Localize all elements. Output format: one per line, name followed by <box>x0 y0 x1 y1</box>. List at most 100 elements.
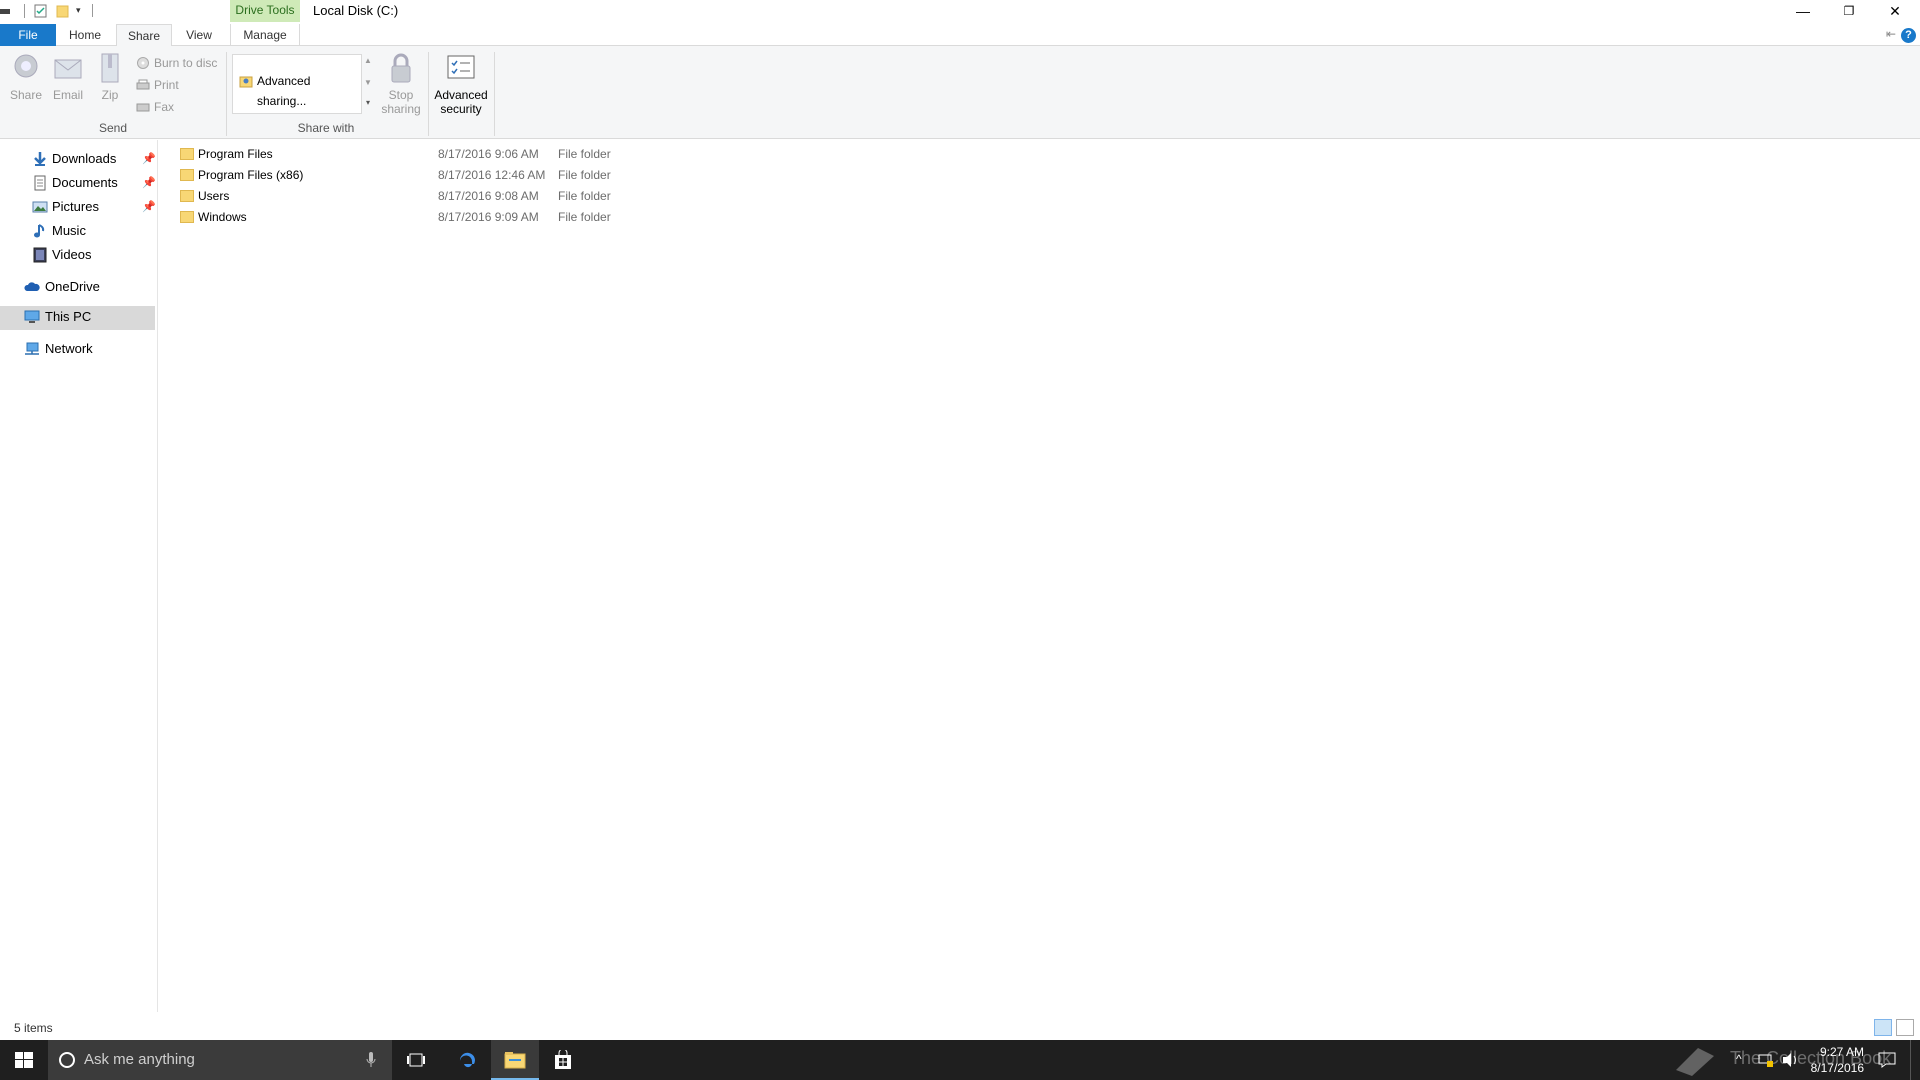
list-item[interactable]: Program Files 8/17/2016 9:06 AM File fol… <box>176 144 776 165</box>
list-item[interactable]: Program Files (x86) 8/17/2016 12:46 AM F… <box>176 165 776 186</box>
pin-icon[interactable]: 📌 <box>142 148 156 170</box>
microphone-icon[interactable] <box>366 1052 376 1068</box>
folder-icon <box>180 148 194 160</box>
file-explorer-button[interactable] <box>491 1040 539 1080</box>
zip-icon <box>101 53 119 83</box>
nav-label: Network <box>45 341 93 356</box>
show-desktop-button[interactable] <box>1910 1040 1911 1080</box>
nav-item-documents[interactable]: Documents 📌 <box>0 172 156 196</box>
ribbon: Share Email Zip Burn to disc Print Fax S… <box>0 46 1920 139</box>
advanced-security-label-1: Advanced <box>434 88 488 102</box>
email-button[interactable]: Email <box>46 52 90 116</box>
stop-sharing-label-1: Stop <box>388 88 414 102</box>
tab-manage[interactable]: Manage <box>230 24 300 46</box>
nav-item-this-pc[interactable]: This PC <box>0 306 155 330</box>
nav-item-onedrive[interactable]: OneDrive <box>0 276 155 300</box>
tab-home[interactable]: Home <box>62 24 108 46</box>
store-button[interactable] <box>539 1040 587 1080</box>
fax-button[interactable]: Fax <box>134 98 174 116</box>
store-bag-icon <box>555 1050 571 1069</box>
customize-quick-access-icon[interactable]: ▾ <box>76 5 81 16</box>
tab-view[interactable]: View <box>176 24 222 46</box>
divider <box>24 4 25 18</box>
clock[interactable]: 9:27 AM 8/17/2016 <box>1811 1044 1864 1076</box>
security-checklist-icon <box>447 55 475 79</box>
checklist-icon[interactable] <box>34 4 48 18</box>
list-item[interactable]: Windows 8/17/2016 9:09 AM File folder <box>176 207 776 228</box>
details-view-icon[interactable] <box>1874 1019 1892 1036</box>
contextual-tab-drive-tools: Drive Tools <box>230 0 300 22</box>
nav-label: Pictures <box>52 199 99 214</box>
nav-item-pictures[interactable]: Pictures 📌 <box>0 196 156 220</box>
folder-icon <box>180 190 194 202</box>
divider <box>92 4 93 17</box>
close-button[interactable]: ✕ <box>1872 0 1918 22</box>
tab-file[interactable]: File <box>0 24 56 46</box>
advanced-security-button[interactable]: Advanced security <box>432 52 490 116</box>
nav-label: OneDrive <box>45 279 100 294</box>
advanced-sharing-button[interactable]: Advanced sharing... <box>237 71 361 108</box>
pin-icon[interactable]: 📌 <box>142 172 156 194</box>
clock-date: 8/17/2016 <box>1810 1061 1864 1075</box>
nav-label: Documents <box>52 175 118 190</box>
ribbon-tab-bar: File Home Share View Manage ⇤ ? <box>0 24 1920 47</box>
edge-button[interactable] <box>443 1040 491 1080</box>
nav-item-network[interactable]: Network <box>0 338 155 362</box>
folder-icon <box>180 169 194 181</box>
item-count: 5 items <box>14 1021 53 1035</box>
zip-label: Zip <box>101 88 119 102</box>
large-icons-view-icon[interactable] <box>1896 1019 1914 1036</box>
tab-share[interactable]: Share <box>116 24 172 47</box>
zip-button[interactable]: Zip <box>88 52 132 116</box>
title-bar: ▾ Drive Tools Local Disk (C:) — ❐ ✕ <box>0 0 1920 24</box>
stop-sharing-button[interactable]: Stop sharing <box>378 52 424 116</box>
search-box[interactable]: Ask me anything <box>48 1040 392 1080</box>
group-label-share-with: Share with <box>297 121 355 135</box>
email-label: Email <box>52 88 83 102</box>
clock-time: 9:27 AM <box>1819 1045 1864 1059</box>
cloud-icon <box>24 282 40 291</box>
file-type: File folder <box>558 210 611 224</box>
nav-item-music[interactable]: Music <box>0 220 155 244</box>
fax-label: Fax <box>154 100 175 114</box>
action-center-icon[interactable] <box>1878 1052 1896 1068</box>
document-icon <box>34 175 46 191</box>
gallery-scroll-controls[interactable]: ▲ ▼ ▾ <box>362 54 374 114</box>
collapse-ribbon-icon[interactable]: ⇤ <box>1886 27 1896 41</box>
share-button[interactable]: Share <box>4 52 48 116</box>
expand-gallery-icon[interactable]: ▾ <box>362 96 374 110</box>
task-view-icon <box>407 1053 425 1067</box>
list-item[interactable]: Users 8/17/2016 9:08 AM File folder <box>176 186 776 207</box>
file-date: 8/17/2016 9:06 AM <box>438 147 539 161</box>
share-icon <box>14 54 38 78</box>
group-label-send: Send <box>98 121 128 135</box>
minimize-button[interactable]: — <box>1780 0 1826 22</box>
nav-item-downloads[interactable]: Downloads 📌 <box>0 148 156 172</box>
print-button[interactable]: Print <box>134 76 179 94</box>
status-bar: 5 items <box>0 1016 1920 1040</box>
disc-icon <box>137 57 149 69</box>
advanced-sharing-label: Advanced sharing... <box>257 74 311 108</box>
window-title: Local Disk (C:) <box>313 3 399 18</box>
share-with-gallery[interactable]: Advanced sharing... <box>232 54 362 114</box>
nav-item-videos[interactable]: Videos <box>0 244 155 268</box>
file-date: 8/17/2016 9:09 AM <box>438 210 539 224</box>
cortana-circle-icon <box>59 1052 75 1068</box>
pin-icon[interactable]: 📌 <box>142 196 156 218</box>
show-hidden-icons-icon[interactable]: ^ <box>1736 1052 1742 1066</box>
scroll-down-icon[interactable]: ▼ <box>362 76 374 90</box>
help-icon[interactable]: ? <box>1901 28 1916 43</box>
monitor-icon <box>24 310 40 323</box>
divider <box>494 52 495 136</box>
restore-button[interactable]: ❐ <box>1826 0 1872 22</box>
volume-icon[interactable] <box>1782 1052 1800 1068</box>
new-folder-icon[interactable] <box>56 4 70 18</box>
burn-to-disc-button[interactable]: Burn to disc <box>134 54 217 72</box>
network-tray-icon[interactable] <box>1758 1052 1774 1068</box>
burn-label: Burn to disc <box>154 56 218 70</box>
task-view-button[interactable] <box>392 1040 440 1080</box>
scroll-up-icon[interactable]: ▲ <box>362 54 374 68</box>
properties-icon[interactable] <box>0 4 14 18</box>
start-button[interactable] <box>0 1040 48 1080</box>
print-label: Print <box>154 78 179 92</box>
